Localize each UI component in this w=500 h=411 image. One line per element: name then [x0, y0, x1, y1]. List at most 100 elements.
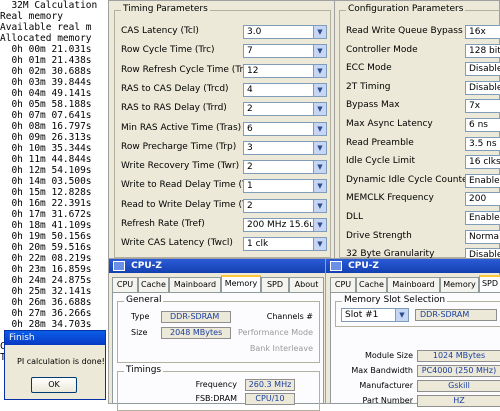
type-value: DDR-SDRAM	[161, 311, 231, 323]
slot-select-value: Slot #1	[345, 310, 379, 320]
config-label: ECC Mode	[346, 63, 392, 74]
timing-select[interactable]: 7 ▼	[243, 44, 327, 59]
console-line: 0h 18m 41.109s	[0, 220, 92, 231]
config-select[interactable]: Disable	[465, 62, 500, 77]
config-select-value: Normal	[469, 231, 500, 242]
chevron-down-icon: ▼	[313, 122, 326, 135]
config-select[interactable]: 3.5 ns	[465, 136, 500, 151]
console-line: Allocated memory	[0, 33, 92, 44]
console-line: 0h 26m 36.688s	[0, 297, 92, 308]
timing-select[interactable]: 1 ▼	[243, 179, 327, 194]
timing-select[interactable]: 4 ▼	[243, 82, 327, 97]
config-select-value: Disable	[469, 82, 500, 93]
tab-memory[interactable]: Memory	[440, 277, 479, 292]
console-line: 0h 15m 12.828s	[0, 187, 92, 198]
timing-select[interactable]: 3.0 ▼	[243, 25, 327, 39]
type-label: Type	[131, 312, 150, 321]
config-label: Read Preamble	[346, 137, 414, 148]
frequency-value: 260.3 MHz	[245, 379, 295, 391]
config-select[interactable]: Enable	[465, 173, 500, 188]
finish-dialog-message: PI calculation is done!	[17, 357, 105, 366]
config-select[interactable]: 6 ns	[465, 118, 500, 132]
tab-cache[interactable]: Cache	[356, 277, 387, 292]
timing-label: RAS to RAS Delay (Trrd)	[121, 103, 227, 114]
frequency-label: Frequency	[195, 380, 237, 389]
config-select[interactable]: 200	[465, 192, 500, 207]
cpuz-spd-title: CPU-Z	[348, 261, 379, 271]
cpuz-spd-window: CPU-Z CPU Cache Mainboard Memory SPD Mem…	[325, 258, 500, 407]
timing-parameters-panel: Timing Parameters CAS Latency (Tcl) 3.0 ▼ R…	[108, 0, 335, 262]
config-select[interactable]: Normal	[465, 229, 500, 244]
console-line: 0h 08m 16.797s	[0, 121, 92, 132]
timing-label: Row Cycle Time (Trc)	[121, 45, 215, 56]
console-line: 0h 07m 07.641s	[0, 110, 92, 121]
timing-select-value: 200 MHz 15.6us	[247, 220, 320, 230]
cpuz-memory-titlebar[interactable]: CPU-Z	[109, 259, 325, 273]
timing-select[interactable]: 6 ▼	[243, 121, 327, 136]
tab-spd[interactable]: SPD	[479, 275, 500, 292]
fsb-dram-value: CPU/10	[245, 393, 295, 405]
timing-select-value: 6	[247, 123, 253, 134]
part-number-value: HZ	[417, 395, 500, 407]
timing-select[interactable]: 2 ▼	[243, 102, 327, 117]
finish-dialog-titlebar[interactable]: Finish	[5, 331, 105, 345]
slot-type-value: DDR-SDRAM	[415, 309, 497, 321]
cpuz-memory-page: General Type DDR-SDRAM Channels # Size 2…	[112, 292, 324, 411]
cpuz-logo-icon	[330, 260, 342, 271]
timing-select-value: 7	[247, 46, 253, 57]
console-line: 0h 19m 50.156s	[0, 231, 92, 242]
console-line: 0h 10m 35.344s	[0, 143, 92, 154]
config-select[interactable]: Disable	[465, 80, 500, 95]
timing-select[interactable]: 1 clk ▼	[243, 237, 327, 252]
console-line: Real memory	[0, 11, 63, 22]
console-line: 0h 16m 22.391s	[0, 198, 92, 209]
timing-select[interactable]: 200 MHz 15.6us ▼	[243, 218, 327, 232]
general-legend: General	[124, 295, 164, 305]
ok-button[interactable]: OK	[31, 377, 77, 393]
tab-mainboard[interactable]: Mainboard	[169, 277, 221, 292]
config-label: Controller Mode	[346, 44, 418, 55]
config-select[interactable]: 7x	[465, 99, 500, 114]
config-select[interactable]: 128 bit	[465, 43, 500, 58]
chevron-down-icon: ▼	[313, 26, 326, 38]
timings-fieldset: Timings	[117, 365, 320, 411]
tab-about[interactable]: About	[289, 277, 324, 292]
console-line: 0h 09m 26.313s	[0, 132, 92, 143]
console-line: 0h 12m 54.109s	[0, 165, 92, 176]
tab-cache[interactable]: Cache	[138, 277, 169, 292]
timing-select-value: 3.0	[247, 27, 262, 37]
tab-memory[interactable]: Memory	[221, 275, 261, 292]
timing-label: Min RAS Active Time (Tras)	[121, 122, 242, 133]
cpuz-spd-titlebar[interactable]: CPU-Z	[326, 259, 500, 273]
config-label: Idle Cycle Limit	[346, 156, 416, 167]
timing-select[interactable]: 12 ▼	[243, 63, 327, 78]
slot-selection-legend: Memory Slot Selection	[342, 295, 448, 305]
timing-select-value: 12	[247, 65, 259, 76]
config-select[interactable]: 16 clks	[465, 155, 500, 170]
max-bandwidth-label: Max Bandwidth	[351, 366, 413, 375]
console-line: 0h 24m 24.875s	[0, 275, 92, 286]
console-line: 0h 22m 08.219s	[0, 253, 92, 264]
timing-select[interactable]: 2 ▼	[243, 198, 327, 213]
timing-select-value: 2	[247, 104, 253, 115]
console-line: 0h 17m 31.672s	[0, 209, 92, 220]
tab-cpu[interactable]: CPU	[112, 277, 138, 292]
tab-mainboard[interactable]: Mainboard	[387, 277, 440, 292]
performance-mode-label: Performance Mode	[237, 328, 313, 337]
console-line: 0h 03m 39.844s	[0, 77, 92, 88]
console-line: 0h 05m 58.188s	[0, 99, 92, 110]
timing-select[interactable]: 2 ▼	[243, 160, 327, 175]
size-value: 2048 MBytes	[161, 327, 231, 339]
config-select[interactable]: Enable	[465, 211, 500, 225]
fsb-dram-label: FSB:DRAM	[195, 394, 238, 403]
bank-interleave-label: Bank Interleave	[249, 344, 313, 353]
slot-select[interactable]: Slot #1 ▼	[341, 308, 409, 322]
timing-select[interactable]: 3 ▼	[243, 140, 327, 155]
config-select[interactable]: 16x	[465, 25, 500, 39]
tab-spd[interactable]: SPD	[261, 277, 289, 292]
config-label: 2T Timing	[346, 81, 391, 92]
config-select-value: 16x	[469, 27, 486, 37]
cpuz-spd-page: Memory Slot Selection Slot #1 ▼ DDR-SDRA…	[330, 292, 500, 407]
manufacturer-value: Gskill	[417, 380, 500, 392]
tab-cpu[interactable]: CPU	[330, 277, 356, 292]
